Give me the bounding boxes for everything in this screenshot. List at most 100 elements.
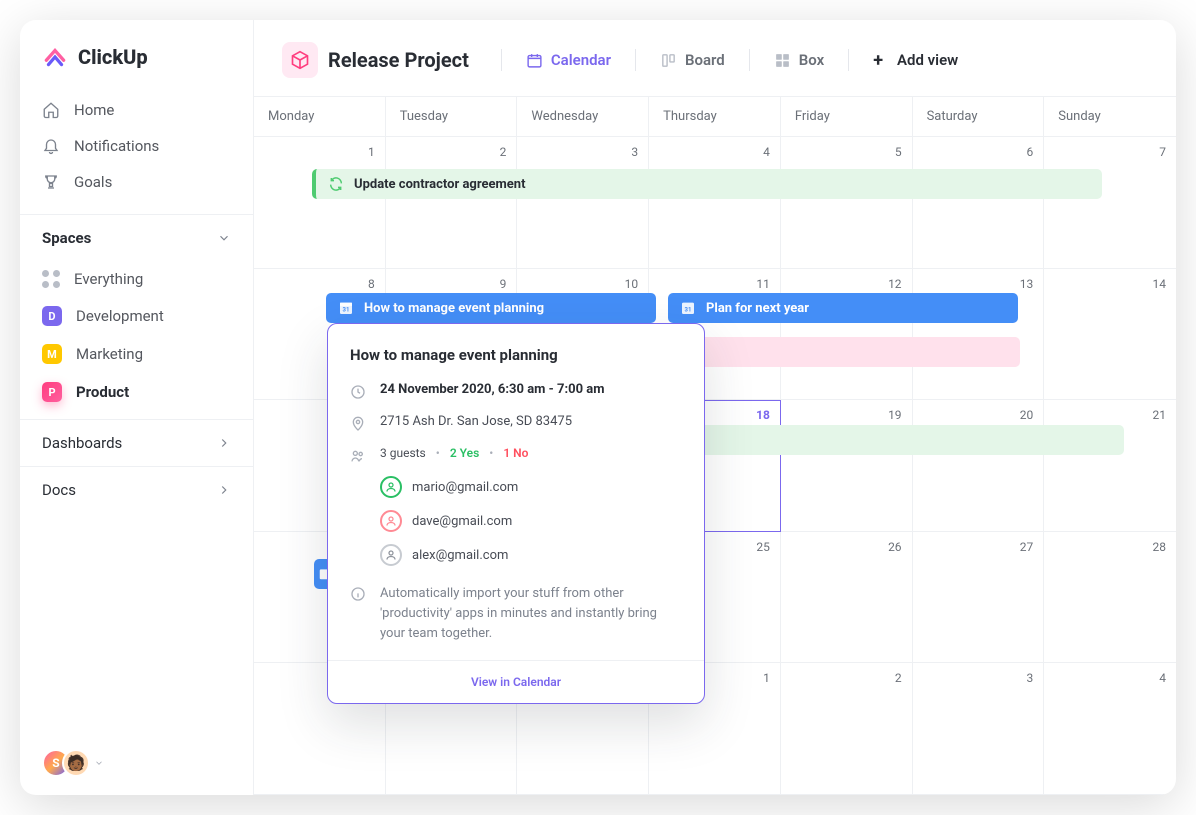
people-icon	[350, 448, 366, 464]
plus-icon: +	[873, 50, 883, 71]
popover-guests-info: 3 guests • 2 Yes • 1 No	[380, 446, 528, 460]
sidebar-item-development[interactable]: D Development	[20, 297, 253, 335]
day-label: Saturday	[913, 97, 1045, 136]
calendar-cell[interactable]: 28	[1044, 532, 1176, 664]
sidebar-item-marketing[interactable]: M Marketing	[20, 335, 253, 373]
sidebar-item-label: Everything	[74, 270, 143, 288]
calendar-cell[interactable]: 4	[1044, 663, 1176, 795]
calendar-cell[interactable]: 2	[781, 663, 913, 795]
popover-location: 2715 Ash Dr. San Jose, SD 83475	[380, 414, 572, 429]
pin-icon	[350, 416, 366, 432]
info-icon	[350, 586, 366, 602]
date-number: 7	[1159, 145, 1166, 159]
popover-description: Automatically import your stuff from oth…	[380, 584, 682, 644]
calendar-cell[interactable]: 5	[781, 137, 913, 269]
view-calendar-label: Calendar	[551, 51, 611, 69]
clickup-logo-icon	[42, 44, 68, 70]
date-number: 14	[1152, 277, 1166, 291]
svg-text:31: 31	[685, 306, 692, 313]
day-label: Monday	[254, 97, 386, 136]
event-green-2[interactable]	[674, 425, 1124, 455]
app-frame: ClickUp Home Notifications Goals Spaces …	[20, 20, 1176, 795]
calendar-cell[interactable]: 27	[913, 532, 1045, 664]
view-box[interactable]: Box	[768, 47, 830, 73]
calendar-cell[interactable]: 4	[649, 137, 781, 269]
sidebar-item-label: Development	[76, 307, 164, 325]
calendar-cell[interactable]: 20	[913, 400, 1045, 532]
popover-guests-row: 3 guests • 2 Yes • 1 No	[350, 446, 682, 464]
calendar-cell[interactable]: 13	[913, 269, 1045, 401]
calendar-cell[interactable]: 12	[781, 269, 913, 401]
date-number: 27	[1020, 540, 1034, 554]
topbar: Release Project Calendar Board Box + Add…	[254, 20, 1176, 96]
date-number: 26	[888, 540, 902, 554]
chevron-right-icon	[217, 436, 231, 450]
date-number: 2	[895, 671, 902, 685]
event-popover: How to manage event planning 24 November…	[327, 323, 705, 704]
calendar-date-icon: 31	[680, 300, 696, 316]
space-badge: D	[42, 306, 62, 326]
calendar-cell[interactable]: 2	[386, 137, 518, 269]
nav-goals[interactable]: Goals	[20, 164, 253, 200]
sidebar-docs-label: Docs	[42, 481, 76, 499]
calendar-cell[interactable]: 26	[781, 532, 913, 664]
guests-count: 3 guests	[380, 446, 426, 460]
date-number: 8	[368, 277, 375, 291]
calendar-body: 1234567891011121314151617181920212223242…	[254, 137, 1176, 795]
event-update-contractor[interactable]: Update contractor agreement	[312, 169, 1102, 199]
day-label: Thursday	[649, 97, 781, 136]
view-board[interactable]: Board	[654, 47, 731, 73]
popover-description-row: Automatically import your stuff from oth…	[350, 584, 682, 644]
calendar-cell[interactable]: 1	[254, 137, 386, 269]
add-view-label: Add view	[897, 51, 958, 69]
guest-list: mario@gmail.com dave@gmail.com alex@gmai…	[350, 476, 682, 566]
event-label: Plan for next year	[706, 301, 809, 316]
guest-row: dave@gmail.com	[380, 510, 682, 532]
calendar-cell[interactable]: 3	[913, 663, 1045, 795]
event-plan-next-year[interactable]: 31 Plan for next year	[668, 293, 1018, 323]
calendar-cell[interactable]: 14	[1044, 269, 1176, 401]
sidebar-item-product[interactable]: P Product	[20, 373, 253, 411]
sidebar-docs[interactable]: Docs	[20, 466, 253, 513]
nav-notifications[interactable]: Notifications	[20, 128, 253, 164]
date-number: 25	[756, 540, 770, 554]
event-manage-planning[interactable]: 31 How to manage event planning	[326, 293, 656, 323]
guest-row: mario@gmail.com	[380, 476, 682, 498]
date-number: 10	[625, 277, 639, 291]
nav-home-label: Home	[74, 101, 114, 119]
calendar-cell[interactable]: 6	[913, 137, 1045, 269]
chevron-down-icon	[217, 231, 231, 245]
calendar-cell[interactable]: 21	[1044, 400, 1176, 532]
add-view-button[interactable]: + Add view	[867, 46, 964, 75]
sidebar-item-everything[interactable]: Everything	[20, 261, 253, 297]
sidebar-bottom: Dashboards Docs	[20, 419, 253, 513]
nav-notifications-label: Notifications	[74, 137, 159, 155]
brand-name: ClickUp	[78, 45, 148, 69]
view-in-calendar-label: View in Calendar	[471, 675, 561, 689]
view-calendar[interactable]: Calendar	[520, 47, 617, 73]
calendar-cell[interactable]: 7	[1044, 137, 1176, 269]
view-in-calendar-link[interactable]: View in Calendar	[328, 660, 704, 703]
sync-icon	[328, 176, 344, 192]
event-pink[interactable]	[674, 337, 1020, 367]
day-label: Sunday	[1044, 97, 1176, 136]
date-number: 1	[763, 671, 770, 685]
bell-icon	[42, 137, 60, 155]
date-number: 4	[1159, 671, 1166, 685]
avatar: 🧑🏾	[62, 749, 90, 777]
spaces-header[interactable]: Spaces	[20, 214, 253, 261]
date-number: 18	[756, 408, 770, 422]
nav-home[interactable]: Home	[20, 92, 253, 128]
calendar-cell[interactable]: 3	[517, 137, 649, 269]
chevron-right-icon	[217, 483, 231, 497]
date-number: 19	[888, 408, 902, 422]
guest-row: alex@gmail.com	[380, 544, 682, 566]
calendar-cell[interactable]: 19	[781, 400, 913, 532]
guests-no: 1 No	[503, 446, 528, 460]
person-icon	[380, 510, 402, 532]
brand: ClickUp	[20, 20, 253, 88]
sidebar-item-label: Product	[76, 383, 129, 401]
project-icon	[282, 42, 318, 78]
sidebar-dashboards[interactable]: Dashboards	[20, 419, 253, 466]
profile-switcher[interactable]: S 🧑🏾	[20, 731, 253, 795]
